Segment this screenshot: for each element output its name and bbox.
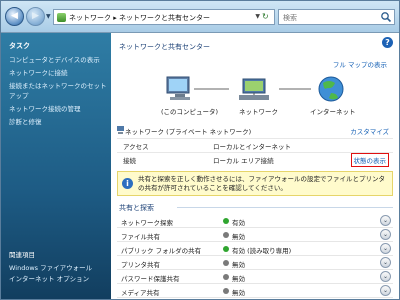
info-icon: i [122, 178, 133, 189]
access-row: アクセス ローカルとインターネット [117, 138, 393, 151]
network-diagram: (このコンピュータ) ネットワーク インターネット [139, 69, 389, 129]
related-heading: 関連項目 [9, 251, 35, 259]
connection-label: 接続 [123, 157, 136, 165]
expand-chevron-icon[interactable]: ⌄ [380, 285, 391, 296]
full-map-link[interactable]: フル マップの表示 [333, 59, 387, 69]
network-name: ネットワーク (プライベート ネットワーク) [125, 128, 252, 136]
customize-link[interactable]: カスタマイズ [350, 126, 389, 136]
status-dot-icon [223, 246, 229, 252]
sharing-row-label: パブリック フォルダの共有 [121, 247, 202, 255]
sharing-row-label: プリンタ共有 [121, 261, 160, 269]
page-title: ネットワークと共有センター [119, 43, 210, 51]
search-field[interactable]: 検索 [278, 9, 395, 25]
sharing-row-network-discovery: ネットワーク探索 有効 ⌄ [117, 214, 393, 228]
view-status-link[interactable]: 状態の表示 [350, 153, 389, 167]
sharing-row-status: 無効 [232, 289, 245, 297]
related-list: Windows ファイアウォール インターネット オプション [9, 263, 107, 285]
network-label: ネットワーク [239, 108, 278, 116]
status-dot-icon [223, 260, 229, 266]
sharing-row-public-folder: パブリック フォルダの共有 有効 (読み取り専用) ⌄ [117, 242, 393, 256]
internet-globe-icon[interactable] [318, 76, 344, 102]
status-dot-icon [223, 288, 229, 294]
tasks-heading: タスク [9, 42, 30, 50]
expand-chevron-icon[interactable]: ⌄ [380, 243, 391, 254]
task-pane: タスク コンピュータとデバイスの表示 ネットワークに接続 接続またはネットワーク… [1, 33, 111, 299]
refresh-icon[interactable]: ↻ [262, 12, 272, 22]
task-view-devices[interactable]: コンピュータとデバイスの表示 [9, 55, 107, 65]
sharing-row-printer: プリンタ共有 無効 ⌄ [117, 256, 393, 270]
computer-label: (このコンピュータ) [161, 108, 219, 116]
sharing-row-label: パスワード保護共有 [121, 275, 180, 283]
connection-value: ローカル エリア接続 [213, 157, 274, 165]
access-value: ローカルとインターネット [213, 143, 291, 151]
computer-icon[interactable] [166, 76, 190, 100]
related-firewall-link[interactable]: Windows ファイアウォール [9, 263, 107, 274]
network-icon[interactable] [239, 78, 269, 100]
expand-chevron-icon[interactable]: ⌄ [380, 257, 391, 268]
info-bar[interactable]: i 共有と探索を正しく動作させるには、ファイアウォールの設定でファイルとプリンタ… [117, 171, 393, 196]
task-list: コンピュータとデバイスの表示 ネットワークに接続 接続またはネットワークのセット… [9, 55, 107, 130]
related-internet-options-link[interactable]: インターネット オプション [9, 274, 107, 285]
history-dropdown-icon[interactable]: ▼ [46, 13, 51, 20]
sharing-row-label: ネットワーク探索 [121, 219, 173, 227]
sharing-heading: 共有と探索 [119, 204, 154, 212]
expand-chevron-icon[interactable]: ⌄ [380, 271, 391, 282]
address-toolbar: ◀ ▶ ▼ ネットワーク ▸ ネットワークと共有センター ▼ ↻ 検索 [1, 1, 399, 33]
sharing-row-label: ファイル共有 [121, 233, 160, 241]
expand-chevron-icon[interactable]: ⌄ [380, 229, 391, 240]
back-button[interactable]: ◀ [5, 7, 24, 26]
network-folder-icon [57, 13, 66, 22]
sharing-row-status: 無効 [232, 275, 245, 283]
network-section-header: ネットワーク (プライベート ネットワーク) カスタマイズ [117, 124, 393, 136]
task-manage-connections[interactable]: ネットワーク接続の管理 [9, 104, 107, 114]
task-setup-connection[interactable]: 接続またはネットワークのセットアップ [9, 81, 107, 101]
address-dropdown-icon[interactable]: ▼ [255, 13, 260, 20]
task-diagnose-repair[interactable]: 診断と修復 [9, 117, 107, 127]
sharing-row-file-sharing: ファイル共有 無効 ⌄ [117, 228, 393, 242]
internet-label: インターネット [310, 108, 356, 116]
search-icon[interactable] [380, 11, 392, 23]
connection-row: 接続 ローカル エリア接続 状態の表示 [117, 152, 393, 167]
sharing-divider [177, 207, 393, 208]
status-dot-icon [223, 232, 229, 238]
network-diagram-graphic [166, 76, 344, 102]
sharing-row-status: 無効 [232, 233, 245, 241]
address-field[interactable]: ネットワーク ▸ ネットワークと共有センター ▼ ↻ [53, 9, 275, 25]
main-content: ? ネットワークと共有センター フル マップの表示 (このコンピュータ) ネット… [111, 33, 399, 299]
task-connect-network[interactable]: ネットワークに接続 [9, 68, 107, 78]
sharing-row-status: 無効 [232, 261, 245, 269]
network-small-icon [117, 126, 124, 134]
help-icon[interactable]: ? [382, 37, 393, 48]
access-label: アクセス [123, 143, 149, 151]
sharing-row-status: 有効 [232, 219, 245, 227]
forward-button[interactable]: ▶ [26, 7, 45, 26]
status-dot-icon [223, 274, 229, 280]
sharing-row-status: 有効 (読み取り専用) [232, 247, 292, 255]
sharing-row-media: メディア共有 無効 ⌄ [117, 284, 393, 298]
expand-chevron-icon[interactable]: ⌄ [380, 215, 391, 226]
window: ◀ ▶ ▼ ネットワーク ▸ ネットワークと共有センター ▼ ↻ 検索 タスク … [0, 0, 400, 300]
sharing-row-label: メディア共有 [121, 289, 160, 297]
info-text: 共有と探索を正しく動作させるには、ファイアウォールの設定でファイルとプリンタの共… [138, 175, 385, 192]
status-dot-icon [223, 218, 229, 224]
sharing-row-password-protected: パスワード保護共有 無効 ⌄ [117, 270, 393, 284]
address-path: ネットワーク ▸ ネットワークと共有センター [69, 14, 210, 22]
search-placeholder: 検索 [283, 14, 297, 22]
